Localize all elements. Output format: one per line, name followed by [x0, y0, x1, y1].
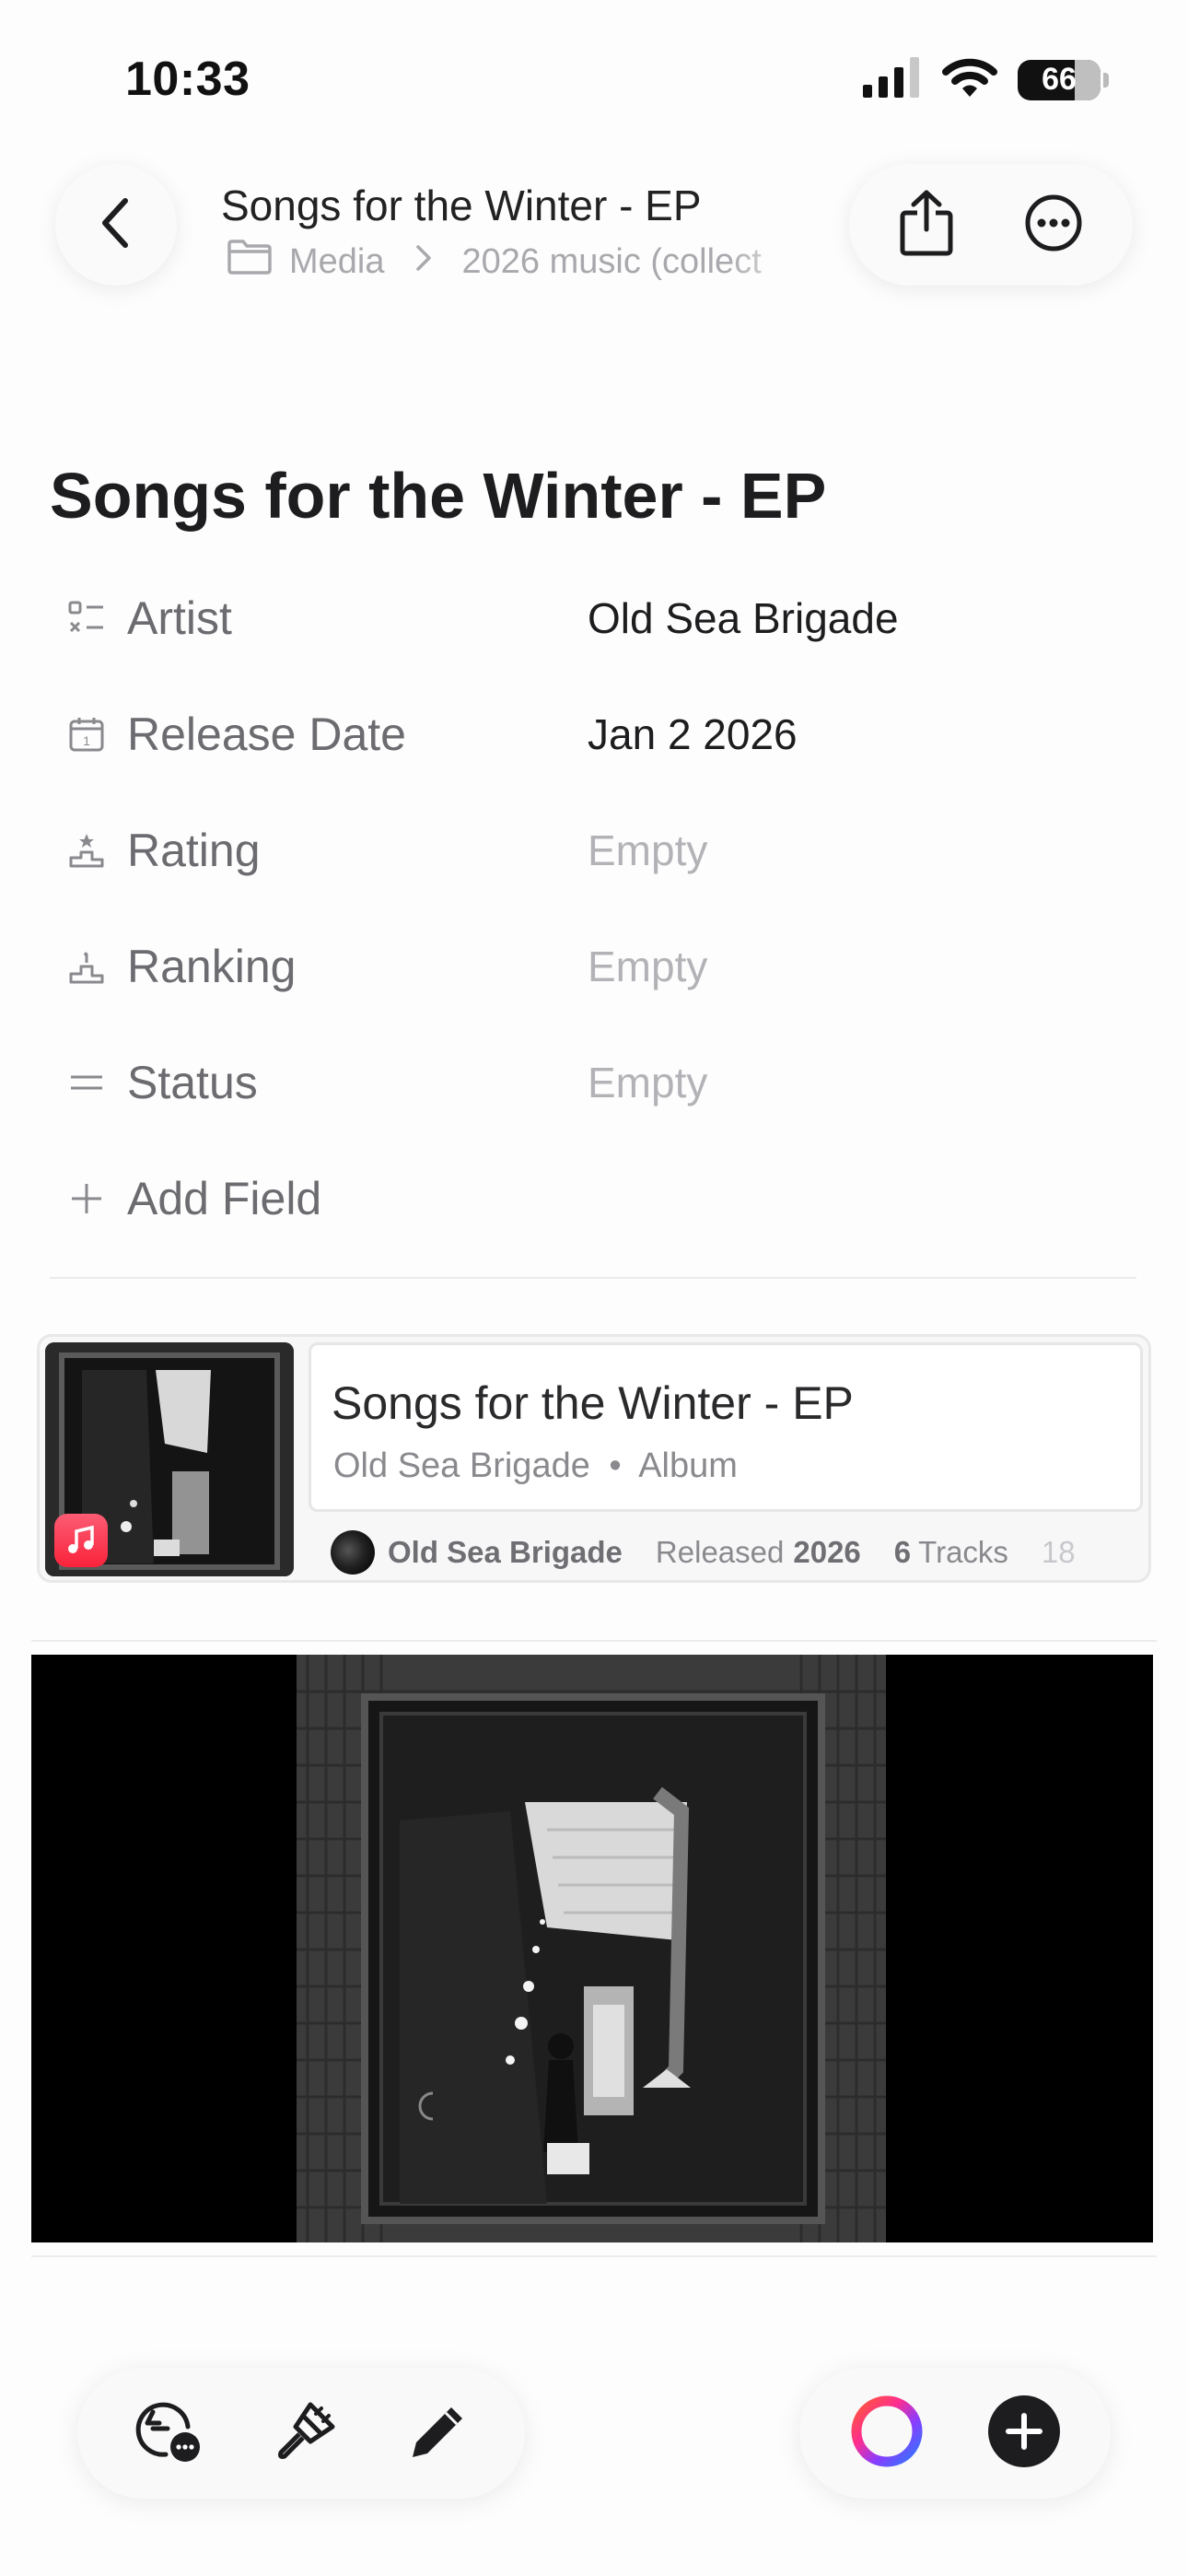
- add-field-label: Add Field: [127, 1173, 322, 1224]
- property-label: Artist: [127, 592, 232, 644]
- assistant-button[interactable]: [849, 2394, 925, 2474]
- bullet-separator: •: [609, 1446, 622, 1485]
- podium-star-icon: [50, 832, 127, 869]
- battery-indicator: 66: [1018, 59, 1109, 100]
- calendar-icon: 1: [50, 716, 127, 753]
- meta-released-year: 2026: [793, 1535, 861, 1569]
- card-subtitle-artist: Old Sea Brigade: [333, 1446, 590, 1485]
- add-field-button[interactable]: Add Field: [50, 1141, 1136, 1257]
- more-button[interactable]: [1024, 193, 1083, 257]
- property-row-release-date[interactable]: 1 Release Date Jan 2 2026: [50, 676, 1136, 792]
- properties-list: Artist Old Sea Brigade 1 Release Date Ja…: [50, 560, 1136, 1257]
- status-icons: 66: [863, 57, 1109, 102]
- breadcrumb-item-collection[interactable]: 2026 music (collect: [462, 242, 762, 282]
- edit-button[interactable]: [409, 2402, 468, 2465]
- image-embed[interactable]: [31, 1640, 1157, 2257]
- share-icon: [899, 189, 954, 262]
- status-bar: 10:33 66: [0, 0, 1188, 157]
- status-time: 10:33: [125, 53, 250, 106]
- property-value[interactable]: Empty: [588, 825, 707, 875]
- share-button[interactable]: [899, 189, 954, 262]
- link-preview-card[interactable]: Songs for the Winter - EP Old Sea Brigad…: [37, 1334, 1151, 1583]
- property-row-artist[interactable]: Artist Old Sea Brigade: [50, 560, 1136, 676]
- back-button[interactable]: [55, 164, 177, 286]
- meta-tracks-label: Tracks: [918, 1535, 1008, 1569]
- header-title: Songs for the Winter - EP: [221, 181, 702, 229]
- card-subtitle-type: Album: [638, 1446, 738, 1485]
- property-label: Rating: [127, 825, 261, 876]
- folder-icon: [227, 239, 273, 285]
- style-button[interactable]: [274, 2399, 338, 2468]
- property-row-ranking[interactable]: Ranking Empty: [50, 908, 1136, 1025]
- apple-music-icon: [54, 1514, 108, 1567]
- chevron-left-icon: [96, 195, 136, 255]
- bottom-toolbar-left: [77, 2368, 525, 2499]
- comments-button[interactable]: [134, 2399, 203, 2468]
- comment-history-icon: [134, 2399, 203, 2468]
- battery-icon: 66: [1018, 59, 1101, 100]
- album-artwork-thumbnail: [45, 1342, 294, 1576]
- meta-overflow: 18: [1041, 1535, 1076, 1569]
- bottom-toolbar-right: [799, 2368, 1111, 2499]
- property-label: Ranking: [127, 941, 297, 992]
- divider: [50, 1277, 1136, 1279]
- property-value[interactable]: Empty: [588, 942, 707, 991]
- property-row-rating[interactable]: Rating Empty: [50, 792, 1136, 908]
- card-subtitle: Old Sea Brigade • Album: [333, 1446, 738, 1486]
- card-info-box: Songs for the Winter - EP Old Sea Brigad…: [309, 1342, 1143, 1512]
- add-button[interactable]: [986, 2394, 1062, 2474]
- page-title: Songs for the Winter - EP: [50, 460, 827, 532]
- meta-released-label: Released: [655, 1535, 785, 1569]
- breadcrumb-item-media[interactable]: Media: [289, 242, 385, 282]
- pencil-icon: [409, 2402, 468, 2465]
- plus-circle-icon: [986, 2394, 1062, 2474]
- equals-icon: [50, 1064, 127, 1101]
- svg-text:1: 1: [83, 733, 90, 748]
- artist-avatar: [331, 1530, 375, 1575]
- plus-icon: [50, 1180, 127, 1217]
- breadcrumb: Media 2026 music (collect: [227, 234, 810, 289]
- album-artwork-image: [31, 1655, 1153, 2242]
- meta-artist: Old Sea Brigade: [388, 1535, 623, 1569]
- card-meta-row: Old Sea Brigade Released 2026 6 Tracks 1…: [331, 1528, 1148, 1576]
- wifi-icon: [942, 57, 997, 102]
- color-ring-icon: [849, 2394, 925, 2474]
- list-check-icon: [50, 600, 127, 637]
- header-actions: [849, 164, 1133, 286]
- cellular-signal-icon: [863, 57, 922, 102]
- chevron-right-icon: [414, 242, 433, 282]
- paintbrush-icon: [274, 2399, 338, 2468]
- card-title: Songs for the Winter - EP: [332, 1377, 854, 1429]
- meta-tracks-count: 6: [893, 1535, 912, 1569]
- battery-level: 66: [1042, 62, 1077, 97]
- property-value[interactable]: Old Sea Brigade: [588, 593, 899, 643]
- property-label: Release Date: [127, 708, 406, 760]
- podium-icon: [50, 948, 127, 985]
- property-value[interactable]: Empty: [588, 1058, 707, 1107]
- property-value[interactable]: Jan 2 2026: [588, 709, 798, 759]
- ellipsis-circle-icon: [1024, 193, 1083, 257]
- property-label: Status: [127, 1057, 258, 1108]
- property-row-status[interactable]: Status Empty: [50, 1025, 1136, 1141]
